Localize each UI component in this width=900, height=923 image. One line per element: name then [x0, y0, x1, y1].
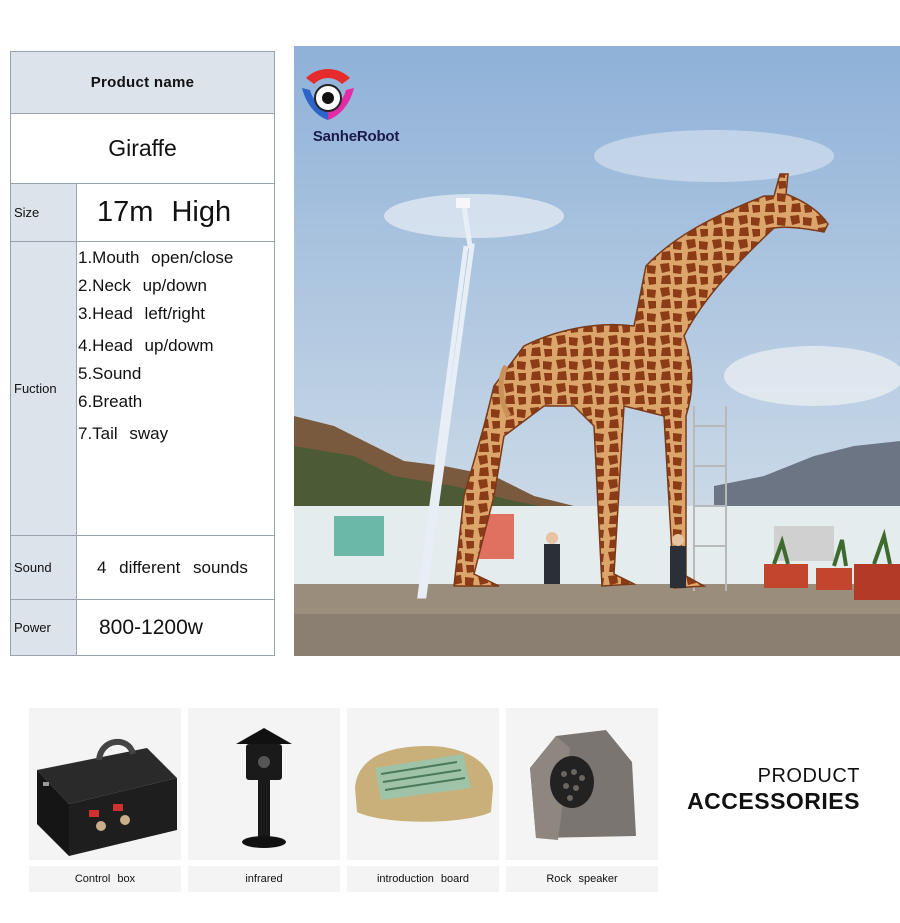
spec-table: Product name Giraffe Size 17m High Fucti… [10, 51, 275, 656]
size-label: Size [11, 184, 77, 241]
function-item: 1.Mouth open/close [78, 248, 234, 267]
sound-row: Sound 4 different sounds [11, 536, 274, 600]
function-item: 2.Neck up/down [78, 276, 207, 295]
accessories-title-line1: PRODUCT [757, 765, 860, 787]
function-row: Fuction 1.Mouth open/close 2.Neck up/dow… [11, 242, 274, 536]
power-label: Power [11, 600, 77, 655]
brand-logo: SanheRobot [296, 64, 416, 145]
sound-label: Sound [11, 536, 77, 599]
accessory-infrared: infrared [188, 708, 340, 892]
infrared-sensor-icon [236, 728, 292, 848]
accessory-control-box: Control box [29, 708, 181, 892]
size-value: 17m High [97, 196, 232, 228]
control-box-icon [37, 738, 177, 856]
sound-value: 4 different sounds [97, 557, 248, 577]
function-item: 3.Head left/right [78, 304, 206, 323]
giraffe-photo: SanheRobot [294, 46, 900, 656]
accessory-introduction-board: introduction board [347, 708, 499, 892]
accessories-title-line2: ACCESSORIES [687, 788, 860, 814]
rock-sign-board-icon [355, 746, 493, 822]
brand-name: SanheRobot [312, 128, 400, 145]
function-item: 6.Breath [78, 392, 143, 411]
accessory-label: Rock speaker [506, 866, 658, 892]
function-item: 5.Sound [78, 364, 142, 383]
rock-speaker-icon [530, 730, 636, 840]
function-label: Fuction [11, 242, 77, 535]
accessory-rock-speaker: Rock speaker [506, 708, 658, 892]
function-list: 1.Mouth open/close 2.Neck up/down 3.Head… [77, 242, 274, 449]
accessory-label: infrared [188, 866, 340, 892]
size-row: Size 17m High [11, 184, 274, 242]
accessory-label: introduction board [347, 866, 499, 892]
power-value: 800-1200w [99, 615, 203, 639]
product-name: Giraffe [11, 114, 274, 184]
function-item: 7.Tail sway [78, 424, 169, 443]
accessories-title: PRODUCT ACCESSORIES [660, 765, 860, 815]
function-item: 4.Head up/dowm [78, 336, 214, 355]
robot-eye-icon [302, 69, 354, 120]
table-header: Product name [11, 52, 274, 114]
accessory-label: Control box [29, 866, 181, 892]
power-row: Power 800-1200w [11, 600, 274, 655]
